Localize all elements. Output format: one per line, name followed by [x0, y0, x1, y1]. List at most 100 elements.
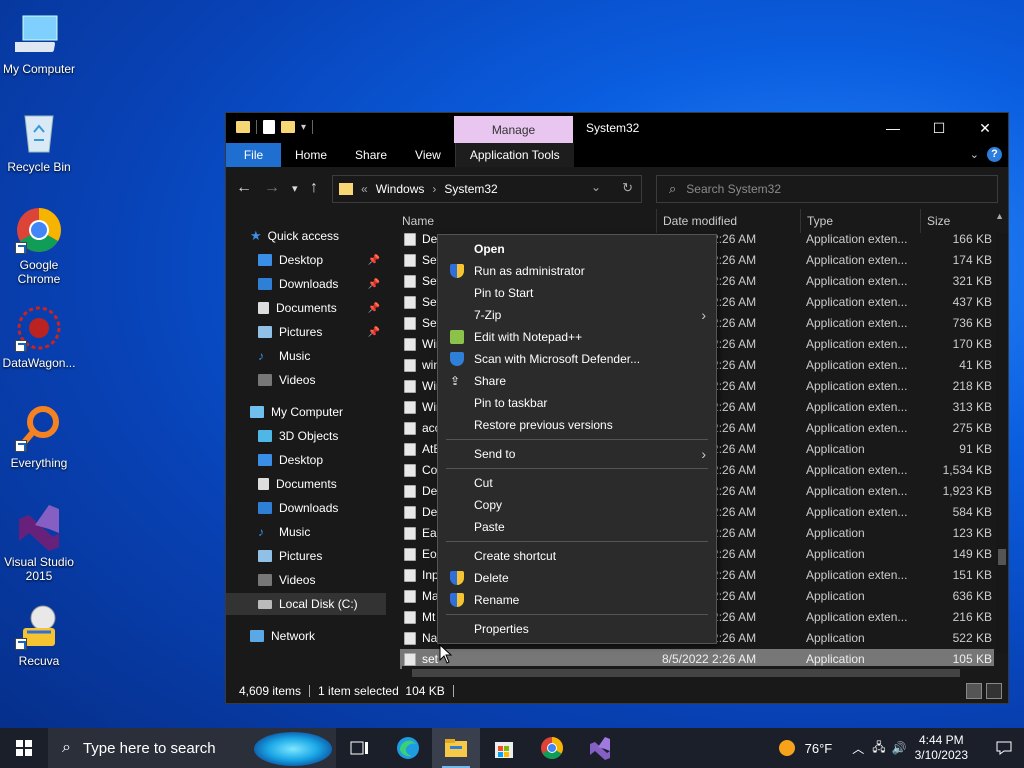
sidebar-item-downloads[interactable]: Downloads 📌 [226, 273, 386, 295]
show-hidden-icons-chevron-icon[interactable]: ︿ [852, 740, 864, 757]
back-arrow-icon[interactable]: ← [236, 179, 252, 197]
tab-manage[interactable]: Manage [454, 116, 573, 143]
sidebar-item-label: Pictures [279, 549, 323, 563]
sidebar-item-documents-pc[interactable]: Documents [226, 473, 386, 495]
sidebar-item-pictures-pc[interactable]: Pictures [226, 545, 386, 567]
shortcut-arrow-icon [15, 242, 27, 254]
clock[interactable]: 4:44 PM 3/10/2023 [915, 733, 968, 763]
desktop-icon-my-computer[interactable]: My Computer [0, 10, 78, 76]
close-button[interactable]: ✕ [962, 113, 1008, 143]
sidebar-item-my-computer[interactable]: My Computer [226, 401, 386, 423]
desktop-icon-visual-studio[interactable]: Visual Studio 2015 [0, 503, 78, 583]
address-bar[interactable]: « Windows › System32 ⌄ ↻ [332, 175, 642, 203]
tab-view[interactable]: View [401, 143, 455, 167]
desktop-icon-label: My Computer [2, 62, 76, 76]
desktop-icon-chrome[interactable]: Google Chrome [0, 206, 78, 286]
menu-item-open[interactable]: Open [438, 238, 716, 260]
sidebar-item-videos-pc[interactable]: Videos [226, 569, 386, 591]
sidebar-item-3d-objects[interactable]: 3D Objects [226, 425, 386, 447]
customize-qa-chevron-icon[interactable]: ▾ [301, 122, 306, 133]
horizontal-scrollbar[interactable] [402, 666, 998, 680]
desktop-icon-label: Everything [10, 456, 68, 470]
menu-item-copy[interactable]: Copy [438, 494, 716, 516]
sidebar-item-videos[interactable]: Videos [226, 369, 386, 391]
desktop-icon-recuva[interactable]: Recuva [0, 602, 78, 668]
scroll-up-icon[interactable]: ▲ [995, 211, 1004, 221]
menu-item-cut[interactable]: Cut [438, 472, 716, 494]
menu-item-share[interactable]: ⇪ Share [438, 370, 716, 392]
menu-item-properties[interactable]: Properties [438, 618, 716, 640]
forward-arrow-icon[interactable]: → [264, 179, 280, 197]
large-icons-view-button[interactable] [986, 683, 1002, 699]
properties-icon[interactable] [263, 120, 275, 134]
quick-access-toolbar: ▾ [236, 120, 314, 134]
tab-file[interactable]: File [226, 143, 281, 167]
sidebar-item-desktop[interactable]: Desktop 📌 [226, 249, 386, 271]
start-button[interactable] [0, 728, 48, 768]
menu-item-label: Properties [474, 622, 529, 636]
search-icon: ⌕ [62, 739, 71, 756]
menu-item-scan-defender[interactable]: Scan with Microsoft Defender... [438, 348, 716, 370]
taskbar-visual-studio[interactable] [576, 728, 624, 768]
sidebar-item-local-disk[interactable]: Local Disk (C:) [226, 593, 386, 615]
menu-item-restore-previous-versions[interactable]: Restore previous versions [438, 414, 716, 436]
cell-name: Mt [422, 610, 436, 624]
volume-icon[interactable]: 🔊 [892, 741, 907, 755]
up-arrow-icon[interactable]: ↑ [310, 179, 318, 197]
minimize-button[interactable]: — [870, 113, 916, 143]
divider [446, 468, 708, 469]
desktop-icon-datawagon[interactable]: DataWagon... [0, 304, 78, 370]
task-view-button[interactable] [336, 728, 384, 768]
weather-sun-icon[interactable] [778, 740, 795, 756]
vertical-scrollbar[interactable] [996, 233, 1008, 653]
menu-item-pin-to-start[interactable]: Pin to Start [438, 282, 716, 304]
sidebar-item-music-pc[interactable]: ♪ Music [226, 521, 386, 543]
scrollbar-thumb[interactable] [412, 669, 960, 677]
search-input[interactable]: ⌕ Search System32 [656, 175, 998, 203]
maximize-button[interactable]: ☐ [916, 113, 962, 143]
menu-item-edit-with-notepad[interactable]: Edit with Notepad++ [438, 326, 716, 348]
address-overflow[interactable]: « [361, 182, 368, 196]
taskbar-edge[interactable] [384, 728, 432, 768]
new-folder-icon[interactable] [281, 121, 295, 133]
taskbar-chrome[interactable] [528, 728, 576, 768]
menu-item-send-to[interactable]: Send to › [438, 443, 716, 465]
menu-item-7zip[interactable]: 7-Zip › [438, 304, 716, 326]
network-icon[interactable]: 🖧 [872, 738, 885, 759]
menu-item-pin-to-taskbar[interactable]: Pin to taskbar [438, 392, 716, 414]
taskbar-file-explorer[interactable] [432, 728, 480, 768]
sidebar-item-documents[interactable]: Documents 📌 [226, 297, 386, 319]
notifications-button[interactable] [984, 728, 1024, 768]
uac-shield-icon [450, 571, 464, 585]
menu-item-paste[interactable]: Paste [438, 516, 716, 538]
sidebar-item-desktop-pc[interactable]: Desktop [226, 449, 386, 471]
expand-ribbon-chevron-icon[interactable]: ⌄ [970, 148, 979, 161]
file-icon [404, 527, 416, 540]
sidebar-item-pictures[interactable]: Pictures 📌 [226, 321, 386, 343]
sidebar-item-downloads-pc[interactable]: Downloads [226, 497, 386, 519]
breadcrumb-windows[interactable]: Windows [376, 182, 425, 196]
weather-temperature[interactable]: 76°F [805, 741, 833, 756]
tab-home[interactable]: Home [281, 143, 341, 167]
taskbar-search-box[interactable]: ⌕ Type here to search [48, 728, 336, 768]
tab-application-tools[interactable]: Application Tools [454, 143, 574, 167]
tab-share[interactable]: Share [341, 143, 401, 167]
scrollbar-thumb[interactable] [998, 549, 1006, 565]
cell-type: Application [806, 526, 865, 540]
menu-item-rename[interactable]: Rename [438, 589, 716, 611]
menu-item-create-shortcut[interactable]: Create shortcut [438, 545, 716, 567]
menu-item-delete[interactable]: Delete [438, 567, 716, 589]
desktop-icon-recycle-bin[interactable]: Recycle Bin [0, 108, 78, 174]
sidebar-item-music[interactable]: ♪ Music [226, 345, 386, 367]
desktop-icon-everything[interactable]: Everything [0, 404, 78, 470]
sidebar-item-quick-access[interactable]: ★ Quick access [226, 225, 386, 247]
help-icon[interactable]: ? [987, 147, 1002, 162]
address-dropdown-icon[interactable]: ⌄ [591, 180, 601, 194]
sidebar-item-network[interactable]: Network [226, 625, 386, 647]
recent-locations-chevron-icon[interactable]: ▾ [292, 182, 298, 195]
menu-item-run-as-administrator[interactable]: Run as administrator [438, 260, 716, 282]
taskbar-store[interactable] [480, 728, 528, 768]
details-view-button[interactable] [966, 683, 982, 699]
breadcrumb-system32[interactable]: System32 [444, 182, 497, 196]
refresh-icon[interactable]: ↻ [622, 180, 633, 196]
